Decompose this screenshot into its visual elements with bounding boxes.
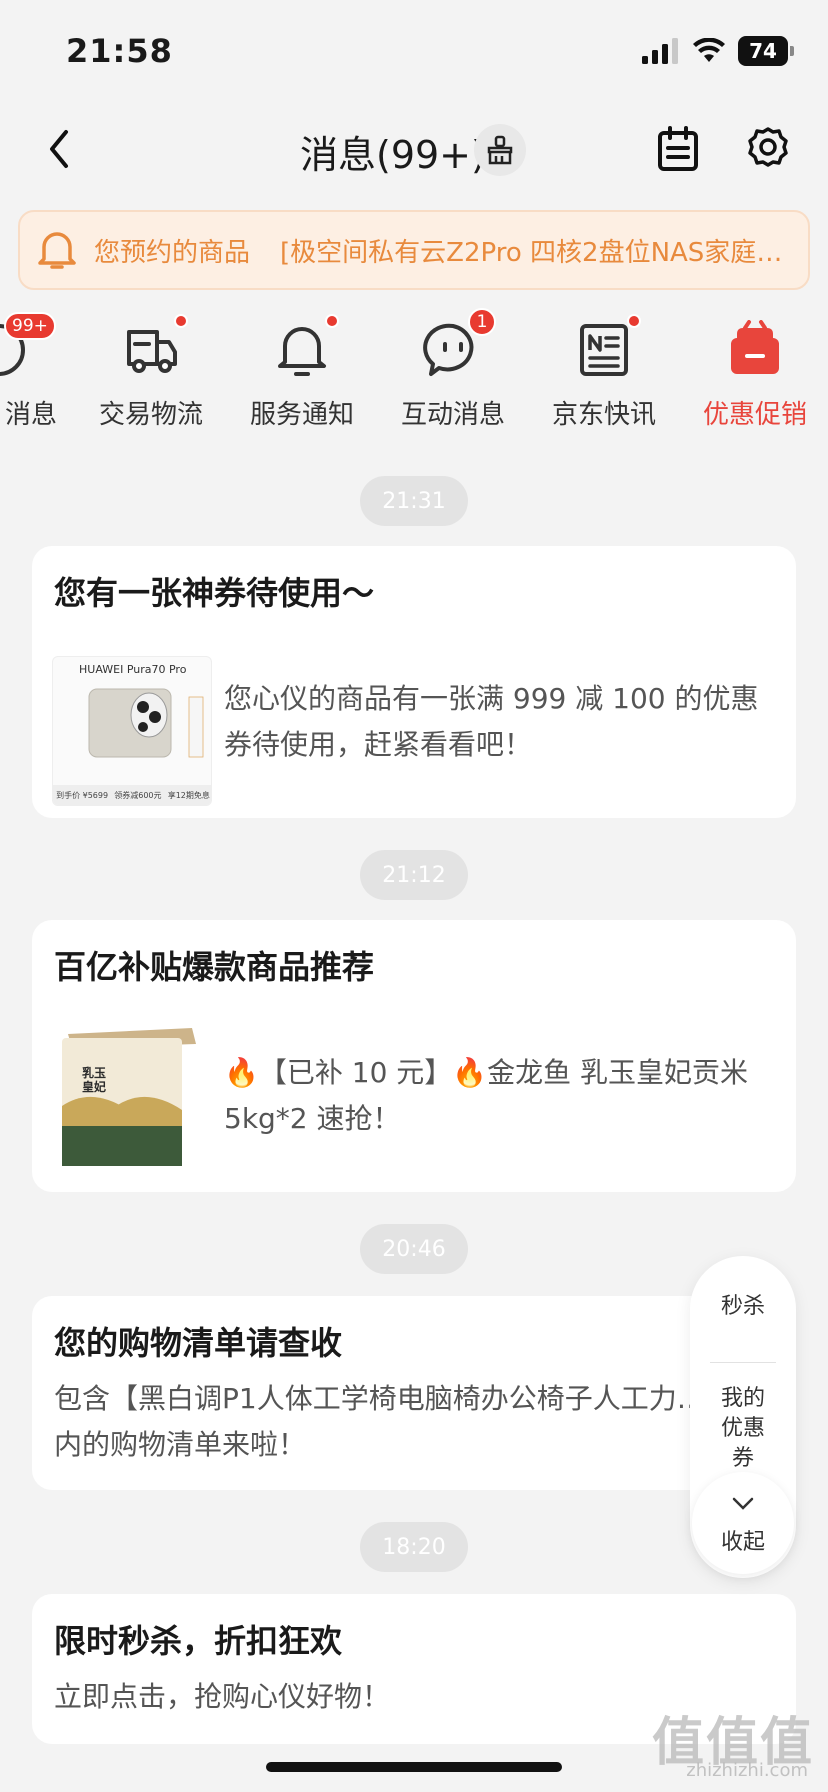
notice-label: 您预约的商品 [94, 237, 251, 268]
message-body: 立即点击，抢购心仪好物！ [54, 1680, 391, 1713]
bell-icon [38, 232, 76, 269]
category-promotions[interactable]: 优惠促销 [690, 306, 820, 436]
watermark-url: zhizhizhi.com [686, 1760, 808, 1781]
nav-bar: 消息(99+) [0, 110, 828, 190]
message-title: 限时秒杀，折扣狂欢 [54, 1622, 343, 1660]
category-label: 优惠促销 [702, 400, 807, 430]
collapse-button[interactable]: 收起 [692, 1472, 794, 1574]
newspaper-icon [580, 324, 628, 376]
message-title: 您有一张神券待使用～ [54, 574, 375, 612]
unread-dot [174, 314, 188, 328]
category-news[interactable]: 京东快讯 [539, 306, 669, 436]
phone-image [88, 688, 204, 758]
bell-icon [278, 327, 326, 376]
category-label: 京东快讯 [551, 400, 656, 430]
thumb-tag: 领券减600元 [114, 790, 162, 800]
unread-dot [627, 314, 641, 328]
clean-button[interactable] [474, 124, 526, 176]
gift-icon [731, 320, 779, 374]
category-row: 99+ 消息 交易物流 服务通知 1 互动消息 京东快讯 优惠促销 [0, 306, 828, 436]
category-logistics[interactable]: 交易物流 [86, 306, 216, 436]
product-thumbnail: 乳玉皇妃 [52, 1026, 212, 1176]
page-title: 消息(99+) [300, 133, 486, 177]
rice-bag-image [62, 1028, 196, 1166]
product-thumbnail: HUAWEI Pura70 Pro 到手价 ¥5699 领券减600元 享12期… [52, 656, 212, 806]
reservation-notice[interactable]: 您预约的商品 [极空间私有云Z2Pro 四核2盘位NAS家庭个… [18, 210, 810, 290]
message-body: 🔥【已补 10 元】🔥金龙鱼 乳玉皇妃贡米 5kg*2 速抢！ [224, 1056, 749, 1135]
status-icons: 74 [642, 36, 794, 66]
timestamp-pill: 21:12 [360, 850, 468, 900]
message-card[interactable]: 您有一张神券待使用～ HUAWEI Pura70 Pro 到手价 ¥5699 领… [32, 546, 796, 818]
truck-icon [127, 330, 177, 373]
status-bar: 21:58 74 [0, 0, 828, 100]
category-label: 互动消息 [400, 400, 505, 430]
category-label: 消息 [4, 400, 57, 430]
category-interaction[interactable]: 1 互动消息 [388, 306, 518, 436]
timestamp-pill: 21:31 [360, 476, 468, 526]
thumb-price: 到手价 ¥5699 [56, 790, 109, 800]
seckill-button[interactable]: 秒杀 [690, 1292, 796, 1322]
badge-count: 99+ [4, 312, 56, 340]
category-service[interactable]: 服务通知 [237, 306, 367, 436]
signal-icon [642, 38, 678, 64]
floating-shortcut-panel: 秒杀 我的优惠券 收起 [690, 1256, 796, 1578]
message-card[interactable]: 您的购物清单请查收 包含【黑白调P1人体工学椅电脑椅办公椅子人工力…在内的购物清… [32, 1296, 796, 1490]
timestamp-pill: 18:20 [360, 1522, 468, 1572]
collapse-label: 收起 [720, 1530, 765, 1555]
message-title: 您的购物清单请查收 [54, 1324, 343, 1362]
notice-item-text: [极空间私有云Z2Pro 四核2盘位NAS家庭个… [280, 237, 801, 268]
wifi-icon [693, 38, 725, 62]
message-body: 包含【黑白调P1人体工学椅电脑椅办公椅子人工力…在内的购物清单来啦！ [54, 1382, 733, 1461]
settings-icon[interactable] [744, 124, 792, 174]
category-messages[interactable]: 99+ 消息 [0, 306, 64, 436]
chevron-down-icon [732, 1497, 754, 1510]
category-label: 服务通知 [249, 400, 354, 430]
status-time: 21:58 [66, 32, 173, 70]
calendar-icon[interactable] [654, 124, 702, 174]
thumb-price-bar: 到手价 ¥5699 领券减600元 享12期免息 [53, 785, 211, 805]
back-icon[interactable] [40, 124, 80, 174]
category-label: 交易物流 [98, 400, 203, 430]
thumb-tag: 享12期免息 [167, 790, 210, 800]
divider [710, 1362, 776, 1363]
unread-dot [325, 314, 339, 328]
badge-count: 1 [468, 308, 496, 336]
message-card[interactable]: 百亿补贴爆款商品推荐 乳玉皇妃 🔥【已补 10 元】🔥金龙鱼 乳玉皇妃贡米 5k… [32, 920, 796, 1192]
timestamp-pill: 20:46 [360, 1224, 468, 1274]
battery-icon: 74 [738, 36, 794, 66]
thumb-product-name: 乳玉皇妃 [82, 1066, 107, 1094]
my-coupons-button[interactable]: 我的优惠券 [716, 1384, 770, 1474]
broom-icon [487, 135, 513, 165]
home-indicator[interactable] [266, 1762, 562, 1772]
message-body: 您心仪的商品有一张满 999 减 100 的优惠券待使用，赶紧看看吧！ [224, 682, 759, 761]
message-title: 百亿补贴爆款商品推荐 [54, 948, 375, 986]
